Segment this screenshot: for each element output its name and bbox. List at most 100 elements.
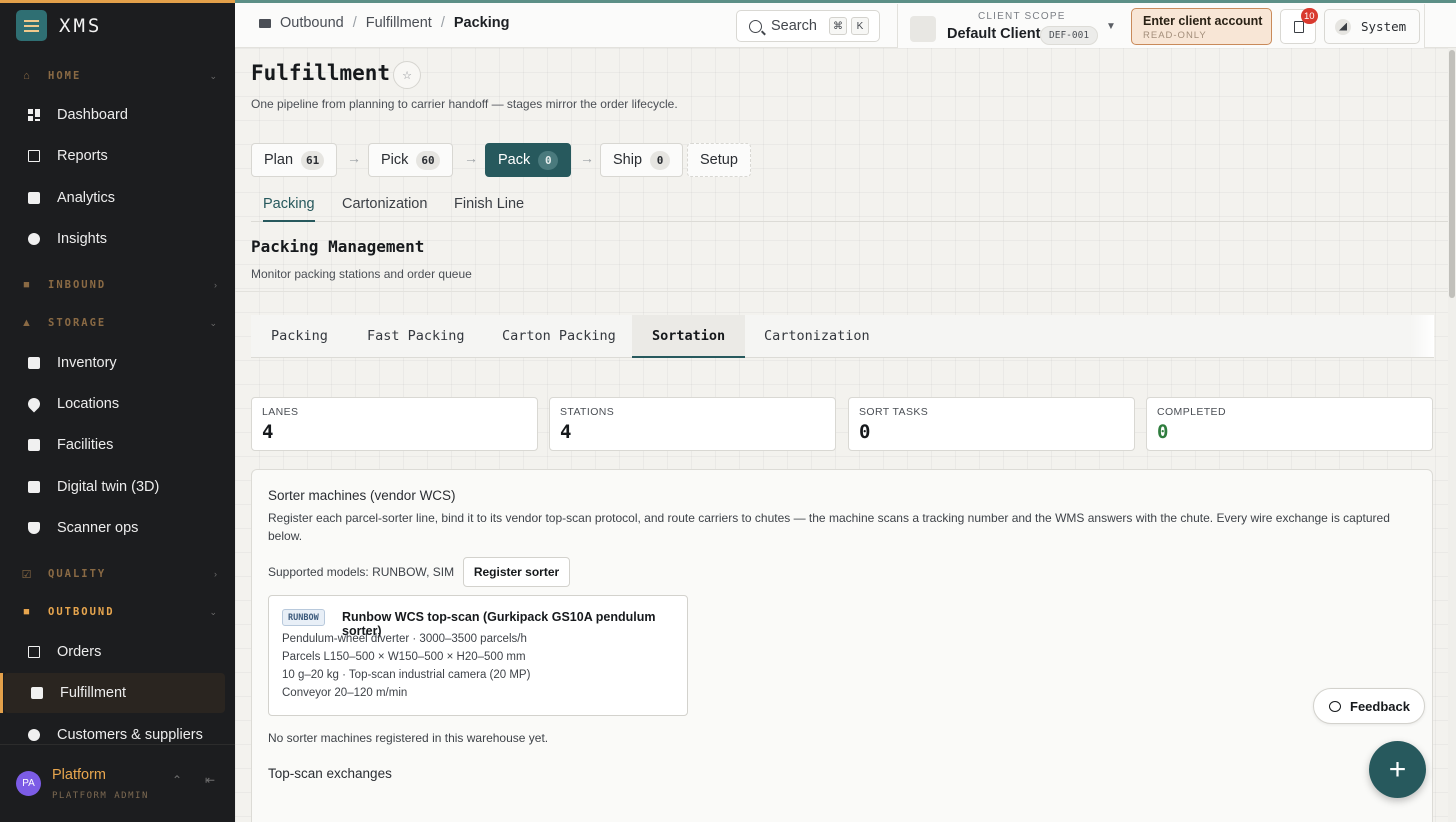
sidebar-item-orders[interactable]: Orders [0,632,235,672]
sidebar-item-digital-twin[interactable]: Digital twin (3D) [0,467,235,507]
sidebar-item-label: Inventory [57,355,117,371]
sidebar-item-reports[interactable]: Reports [0,136,235,176]
sidebar-item-label: Customers & suppliers [57,727,203,743]
sidebar-item-insights[interactable]: Insights [0,219,235,259]
register-sorter-button[interactable]: Register sorter [463,557,570,587]
stat-card-stations: STATIONS 4 [549,397,836,451]
sidebar-header: XMS [0,0,235,48]
enter-client-account-button[interactable]: Enter client account READ-ONLY [1131,8,1272,45]
theme-icon [1335,18,1351,35]
breadcrumb-current: Packing [453,15,510,31]
sidebar-item-label: Reports [57,148,108,164]
stage-pack[interactable]: Pack 0 [485,143,572,177]
search-icon [749,19,762,33]
stat-label: STATIONS [560,406,615,418]
sidebar-item-analytics[interactable]: Analytics [0,178,235,218]
sidebar-item-facilities[interactable]: Facilities [0,425,235,465]
sidebar: XMS ⌂ HOME ⌄ Dashboard Reports Analytics… [0,0,235,822]
tab-packing[interactable]: Packing [251,315,348,357]
sidebar-nav: ⌂ HOME ⌄ Dashboard Reports Analytics Ins… [0,56,235,744]
sorter-machines-panel: Sorter machines (vendor WCS) Register ea… [251,469,1433,822]
stage-count-badge: 0 [538,150,559,170]
main-content: Fulfillment ☆ One pipeline from planning… [235,48,1448,822]
add-fab-button[interactable]: + [1369,741,1426,798]
stage-plan[interactable]: Plan 61 [251,143,338,177]
analytics-icon [28,192,40,204]
subtab-cartonization[interactable]: Cartonization [342,196,427,222]
document-icon [1294,21,1304,33]
arrow-right-icon: → [464,150,478,166]
stage-label: Ship [613,152,643,168]
subtab-finish-line[interactable]: Finish Line [454,196,524,222]
breadcrumb-separator: / [440,15,445,31]
search-button[interactable]: Search ⌘ K [736,10,880,42]
stat-card-lanes: LANES 4 [251,397,538,451]
menu-toggle-icon[interactable] [16,10,47,41]
truck-icon [31,687,43,699]
truck-icon: ■ [23,606,30,618]
sidebar-item-label: Insights [57,231,107,247]
caret-down-icon: ▼ [1106,21,1116,32]
stage-ship[interactable]: Ship 0 [600,143,684,177]
sidebar-item-inventory[interactable]: Inventory [0,343,235,383]
user-role: PLATFORM ADMIN [52,790,149,801]
sidebar-item-dashboard[interactable]: Dashboard [0,95,235,135]
sorter-model-card[interactable]: RUNBOW Runbow WCS top-scan (Gurkipack GS… [268,595,688,716]
favorite-star-icon[interactable]: ☆ [393,61,421,89]
chevron-down-icon: ⌄ [209,317,217,328]
chevron-right-icon: › [214,569,217,579]
stage-label: Pack [498,152,531,168]
vendor-tag: RUNBOW [282,609,325,626]
scrollbar-thumb[interactable] [1449,50,1455,298]
sidebar-item-label: Orders [57,644,102,660]
notifications-button[interactable]: 10 [1280,8,1318,44]
stage-label: Pick [381,152,409,168]
sidebar-item-locations[interactable]: Locations [0,384,235,424]
theme-system-button[interactable]: System [1324,9,1420,44]
packing-subtabs: Packing Cartonization Finish Line [251,188,1448,222]
page-scrollbar[interactable] [1448,48,1456,822]
user-menu[interactable]: PA Platform PLATFORM ADMIN ⌃ ⇤ [0,744,235,822]
breadcrumb-fulfillment[interactable]: Fulfillment [366,15,432,31]
sidebar-section-home[interactable]: ⌂ HOME ⌄ [0,58,235,94]
doc-icon [28,646,40,658]
page-title: Fulfillment [251,61,391,85]
report-icon [28,150,40,162]
tab-cartonization[interactable]: Cartonization [744,315,890,357]
enter-client-title: Enter client account [1143,14,1263,28]
stage-setup[interactable]: Setup [687,143,751,177]
stage-pick[interactable]: Pick 60 [368,143,453,177]
chevron-up-icon[interactable]: ⌃ [172,773,182,787]
warehouse-icon: ▲ [21,317,32,329]
sidebar-section-outbound[interactable]: ■ OUTBOUND ⌄ [0,594,235,630]
model-spec-line: Pendulum-wheel diverter · 3000–3500 parc… [282,633,527,645]
sidebar-section-storage[interactable]: ▲ STORAGE ⌄ [0,305,235,341]
section-title: Packing Management [251,237,425,256]
tab-sortation[interactable]: Sortation [632,315,746,358]
building-icon [910,16,936,42]
sidebar-section-label: QUALITY [48,568,107,580]
people-icon [28,729,40,741]
top-scan-exchanges-title: Top-scan exchanges [268,766,392,781]
sidebar-section-quality[interactable]: ☑ QUALITY › [0,556,235,592]
sidebar-item-fulfillment[interactable]: Fulfillment [0,673,225,713]
sidebar-item-scanner-ops[interactable]: Scanner ops [0,508,235,548]
inventory-icon [28,357,40,369]
subtab-packing[interactable]: Packing [263,196,315,222]
client-code-badge: DEF-001 [1040,26,1099,45]
chevron-down-icon: ⌄ [209,70,217,81]
sidebar-item-customers-suppliers[interactable]: Customers & suppliers [0,715,235,744]
chat-bubble-icon [1329,700,1341,712]
enter-client-subtitle: READ-ONLY [1143,30,1207,41]
collapse-sidebar-icon[interactable]: ⇤ [205,773,215,787]
tab-fast-packing[interactable]: Fast Packing [347,315,485,357]
model-spec-line: 10 g–20 kg · Top-scan industrial camera … [282,669,531,681]
breadcrumb-outbound[interactable]: Outbound [280,15,344,31]
sidebar-section-inbound[interactable]: ■ INBOUND › [0,267,235,303]
stat-value: 4 [560,421,572,443]
sidebar-item-label: Fulfillment [60,685,127,701]
tab-carton-packing[interactable]: Carton Packing [482,315,636,357]
sidebar-item-label: Digital twin (3D) [57,479,160,495]
feedback-button[interactable]: Feedback [1313,688,1425,724]
stage-count-badge: 61 [301,150,325,170]
